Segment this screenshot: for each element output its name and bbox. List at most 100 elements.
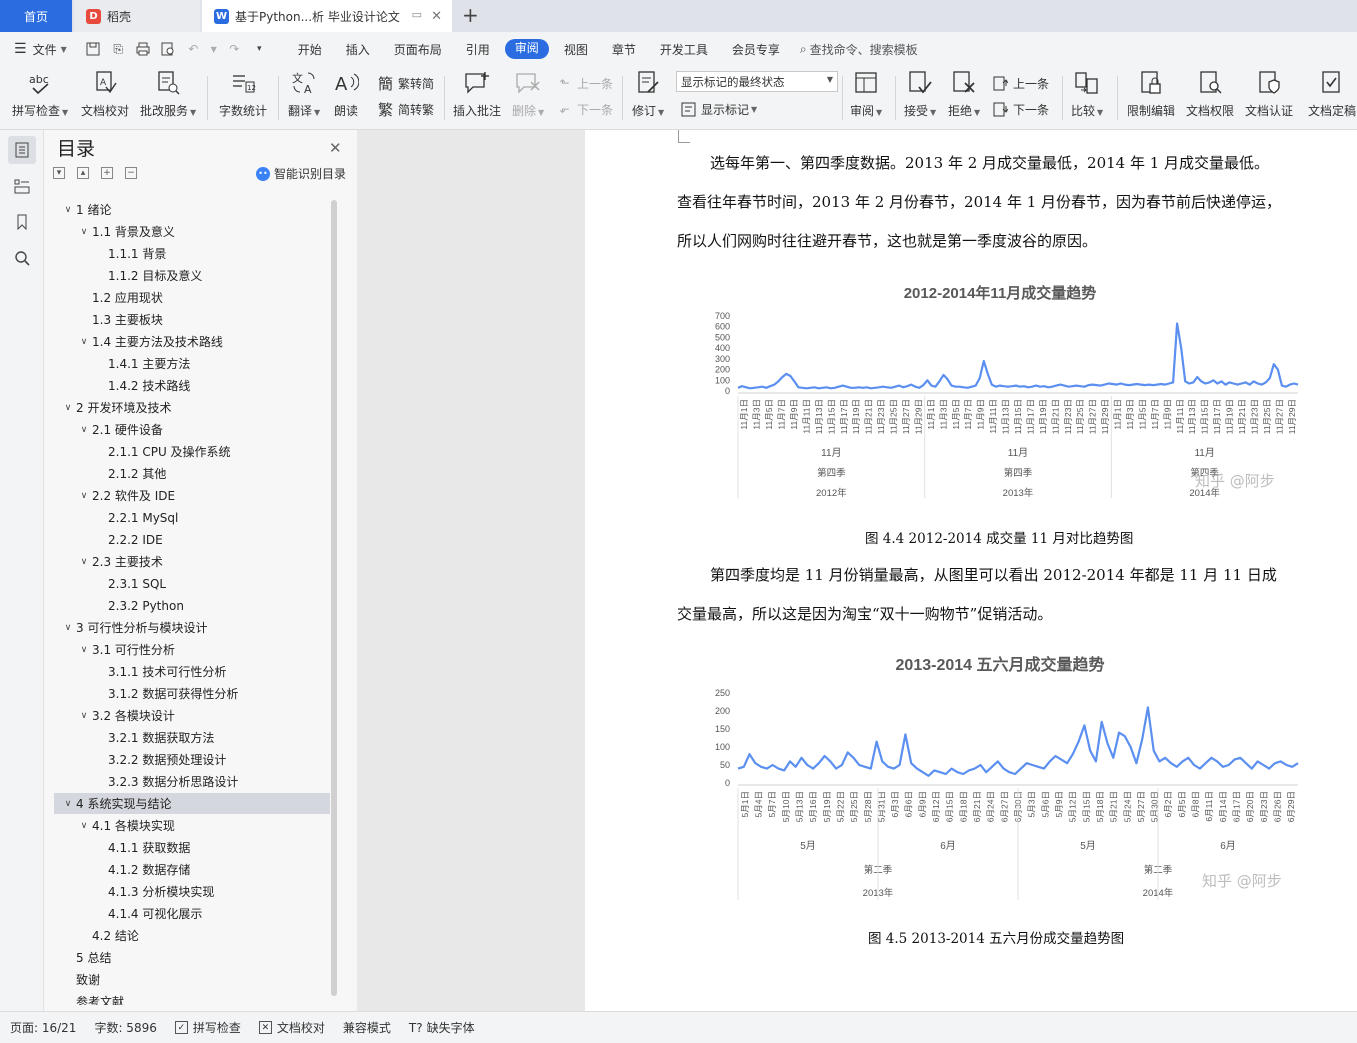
toc-item[interactable]: 1.1.2 目标及意义	[54, 265, 330, 286]
toc-item[interactable]: 参考文献	[54, 991, 330, 1005]
toc-item[interactable]: 3.2.1 数据获取方法	[54, 727, 330, 748]
redo-icon[interactable]: ↷	[226, 41, 243, 58]
finalize-document-button[interactable]: 文档定稿	[1308, 70, 1356, 126]
tab-insert[interactable]: 插入	[334, 41, 382, 58]
simplified-to-traditional-button[interactable]: 繁简转繁	[377, 98, 434, 120]
toc-item[interactable]: 3.2.3 数据分析思路设计	[54, 771, 330, 792]
toc-item[interactable]: 3.1.1 技术可行性分析	[54, 661, 330, 682]
delete-comment-button[interactable]: 删除 ▼	[512, 70, 544, 126]
document-certification-button[interactable]: 文档认证	[1245, 70, 1293, 126]
toc-item[interactable]: 1.4.1 主要方法	[54, 353, 330, 374]
add-heading-icon[interactable]: +	[101, 167, 113, 179]
accept-button[interactable]: 接受 ▼	[904, 70, 936, 126]
remove-heading-icon[interactable]: −	[125, 167, 137, 179]
tab-references[interactable]: 引用	[454, 41, 502, 58]
tab-docer[interactable]: D 稻壳	[74, 0, 200, 32]
tab-chapter[interactable]: 章节	[600, 41, 648, 58]
markup-state-select[interactable]: 显示标记的最终状态 ▼	[676, 71, 838, 92]
print-icon[interactable]	[135, 41, 152, 58]
print-preview-icon[interactable]	[160, 41, 177, 58]
toc-item[interactable]: 2.3.2 Python	[54, 595, 330, 616]
insert-comment-button[interactable]: 插入批注	[453, 70, 501, 126]
paragraph-line[interactable]: 交量最高，所以这是因为淘宝“双十一购物节”促销活动。	[677, 603, 1287, 624]
word-count-indicator[interactable]: 字数: 5896	[94, 1019, 156, 1036]
customize-toolbar-icon[interactable]: ▾	[251, 41, 268, 58]
collapse-all-icon[interactable]: ▾	[53, 167, 65, 179]
tab-view[interactable]: 视图	[552, 41, 600, 58]
expand-chevron-icon[interactable]: ∨	[76, 337, 92, 347]
reviewing-pane-button[interactable]: 审阅 ▼	[850, 70, 882, 126]
compat-mode[interactable]: 兼容模式	[343, 1019, 391, 1036]
chapter-nav-icon[interactable]	[8, 172, 36, 200]
toc-item[interactable]: 5 总结	[54, 947, 330, 968]
page-indicator[interactable]: 页面: 16/21	[10, 1019, 76, 1036]
toc-pane-icon[interactable]	[8, 136, 36, 164]
export-pdf-icon[interactable]: ⎘	[110, 41, 127, 58]
toc-item[interactable]: 1.1.1 背景	[54, 243, 330, 264]
tab-home[interactable]: 首页	[0, 0, 72, 32]
next-comment-button[interactable]: ⬐ 下一条	[556, 98, 613, 120]
toc-item[interactable]: ∨ 4.1 各模块实现	[54, 815, 330, 836]
paragraph-line[interactable]: 查看往年春节时间，2013 年 2 月份春节，2014 年 1 月份春节，因为春…	[677, 191, 1287, 212]
status-proofread[interactable]: ✕ 文档校对	[258, 1019, 325, 1036]
tab-member[interactable]: 会员专享	[720, 41, 792, 58]
toc-item[interactable]: 4.1.4 可视化展示	[54, 903, 330, 924]
toc-item[interactable]: 4.1.2 数据存储	[54, 859, 330, 880]
read-aloud-button[interactable]: A 朗读	[333, 70, 359, 126]
toc-item[interactable]: 1.3 主要板块	[54, 309, 330, 330]
toc-item[interactable]: ∨ 2.2 软件及 IDE	[54, 485, 330, 506]
previous-comment-button[interactable]: ⬑ 上一条	[556, 72, 613, 94]
expand-chevron-icon[interactable]: ∨	[76, 711, 92, 721]
chart-may-june-trend[interactable]: 2013-2014 五六月成交量趋势 0 50 100 150 200 250 5月1日 5月4…	[680, 650, 1310, 905]
toc-item[interactable]: ∨ 2.3 主要技术	[54, 551, 330, 572]
toc-item[interactable]: ∨ 1.1 背景及意义	[54, 221, 330, 242]
toc-scrollbar[interactable]	[331, 200, 337, 996]
save-icon[interactable]	[85, 41, 102, 58]
toc-item[interactable]: 4.2 结论	[54, 925, 330, 946]
close-icon[interactable]: ✕	[329, 139, 342, 157]
close-tab-icon[interactable]: ✕	[431, 9, 442, 24]
bookmark-icon[interactable]	[8, 208, 36, 236]
toc-item[interactable]: 2.2.2 IDE	[54, 529, 330, 550]
expand-chevron-icon[interactable]: ∨	[76, 821, 92, 831]
tab-developer[interactable]: 开发工具	[648, 41, 720, 58]
translate-button[interactable]: 文A 翻译 ▼	[288, 70, 320, 126]
command-search[interactable]: ⌕ 查找命令、搜索模板	[800, 32, 918, 66]
expand-chevron-icon[interactable]: ∨	[76, 557, 92, 567]
expand-chevron-icon[interactable]: ∨	[60, 205, 76, 215]
expand-level-icon[interactable]: ▴	[77, 167, 89, 179]
expand-chevron-icon[interactable]: ∨	[76, 227, 92, 237]
status-spell-check[interactable]: ✓ 拼写检查	[174, 1019, 241, 1036]
track-changes-button[interactable]: 修订 ▼	[632, 70, 664, 126]
toc-item[interactable]: 2.3.1 SQL	[54, 573, 330, 594]
tab-page-layout[interactable]: 页面布局	[382, 41, 454, 58]
previous-change-button[interactable]: 上一条	[992, 72, 1049, 94]
toc-item[interactable]: 2.1.2 其他	[54, 463, 330, 484]
toc-item[interactable]: ∨ 3.2 各模块设计	[54, 705, 330, 726]
missing-fonts[interactable]: T? 缺失字体	[409, 1019, 475, 1036]
document-rights-button[interactable]: 文档权限	[1186, 70, 1234, 126]
show-markup-button[interactable]: 显示标记 ▼	[680, 98, 757, 120]
correction-service-button[interactable]: 批改服务 ▼	[140, 70, 196, 126]
search-icon[interactable]	[8, 244, 36, 272]
toc-item[interactable]: 1.2 应用现状	[54, 287, 330, 308]
toc-item[interactable]: ∨ 3.1 可行性分析	[54, 639, 330, 660]
toc-item[interactable]: 3.1.2 数据可获得性分析	[54, 683, 330, 704]
toc-item[interactable]: 2.1.1 CPU 及操作系统	[54, 441, 330, 462]
reject-button[interactable]: 拒绝 ▼	[948, 70, 980, 126]
toc-item[interactable]: 4.1.1 获取数据	[54, 837, 330, 858]
traditional-to-simplified-button[interactable]: 簡繁转简	[377, 72, 434, 94]
toc-item[interactable]: ∨ 1.4 主要方法及技术路线	[54, 331, 330, 352]
expand-chevron-icon[interactable]: ∨	[60, 799, 76, 809]
expand-chevron-icon[interactable]: ∨	[60, 623, 76, 633]
word-count-button[interactable]: 12 字数统计	[219, 70, 267, 126]
toc-item[interactable]: 1.4.2 技术路线	[54, 375, 330, 396]
undo-icon[interactable]: ↶	[185, 41, 202, 58]
toc-item[interactable]: 2.2.1 MySql	[54, 507, 330, 528]
smart-toc-button[interactable]: •• 智能识别目录	[256, 165, 346, 182]
compare-button[interactable]: 比较 ▼	[1071, 70, 1103, 126]
expand-chevron-icon[interactable]: ∨	[76, 491, 92, 501]
expand-chevron-icon[interactable]: ∨	[76, 425, 92, 435]
next-change-button[interactable]: 下一条	[992, 98, 1049, 120]
tab-document[interactable]: W 基于Python...析 毕业设计论文 ▭ ✕	[202, 0, 452, 32]
